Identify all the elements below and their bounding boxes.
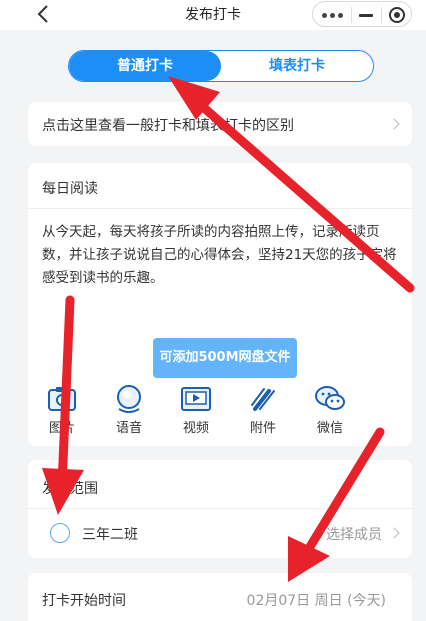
more-dots-icon[interactable]	[322, 13, 344, 18]
add-cloud-file-button[interactable]: 可添加500M网盘文件	[153, 338, 297, 378]
chevron-right-icon	[388, 527, 400, 539]
class-name-label[interactable]: 三年二班	[82, 524, 138, 544]
navigation-bar: 发布打卡	[0, 0, 426, 30]
wechat-tool-button[interactable]: 微信	[305, 383, 355, 439]
video-tool-label: 视频	[182, 421, 209, 436]
start-time-value[interactable]: 02月07日 周日 (今天)	[247, 590, 386, 610]
publish-scope-title: 发布范围	[42, 481, 98, 497]
tab-normal-checkin[interactable]: 普通打卡	[69, 51, 221, 81]
divider	[28, 508, 412, 509]
wechat-tool-label: 微信	[316, 421, 343, 436]
divider	[28, 208, 412, 209]
difference-info-label: 点击这里查看一般打卡和填表打卡的区别	[42, 118, 294, 134]
minimize-icon[interactable]	[359, 14, 373, 17]
image-tool-button[interactable]: 图片	[37, 383, 87, 439]
attachment-toolbar: 图片 语音 视频 附件 微信	[28, 383, 412, 439]
attachment-tool-label: 附件	[249, 421, 276, 436]
attachment-tool-button[interactable]: 附件	[238, 383, 288, 439]
chevron-right-icon	[388, 118, 400, 130]
start-time-row[interactable]: 打卡开始时间 02月07日 周日 (今天)	[28, 573, 412, 621]
checkin-type-tabs: 普通打卡 填表打卡	[68, 50, 374, 82]
checkin-title-input[interactable]: 每日阅读	[42, 178, 98, 198]
attachment-icon	[251, 388, 275, 411]
voice-tool-label: 语音	[115, 421, 142, 436]
checkin-content-card: 每日阅读 从今天起，每天将孩子所读的内容拍照上传，记录所读页数，并让孩子说说自己…	[28, 163, 412, 446]
image-icon	[48, 387, 76, 411]
mini-program-capsule	[312, 1, 412, 27]
checkin-description-textarea[interactable]: 从今天起，每天将孩子所读的内容拍照上传，记录所读页数，并让孩子说说自己的心得体会…	[42, 221, 402, 290]
video-tool-button[interactable]: 视频	[171, 383, 221, 439]
microphone-icon	[117, 385, 141, 413]
publish-scope-card: 发布范围 三年二班 选择成员	[28, 460, 412, 558]
tab-form-checkin[interactable]: 填表打卡	[221, 51, 373, 81]
voice-tool-button[interactable]: 语音	[104, 383, 154, 439]
close-target-icon[interactable]	[389, 7, 405, 23]
start-time-label: 打卡开始时间	[42, 593, 126, 609]
video-icon	[181, 387, 211, 411]
image-tool-label: 图片	[48, 421, 75, 436]
difference-info-link[interactable]: 点击这里查看一般打卡和填表打卡的区别	[28, 102, 412, 146]
wechat-icon	[315, 386, 345, 410]
select-members-link[interactable]: 选择成员	[326, 524, 382, 544]
class-radio[interactable]	[50, 523, 70, 543]
